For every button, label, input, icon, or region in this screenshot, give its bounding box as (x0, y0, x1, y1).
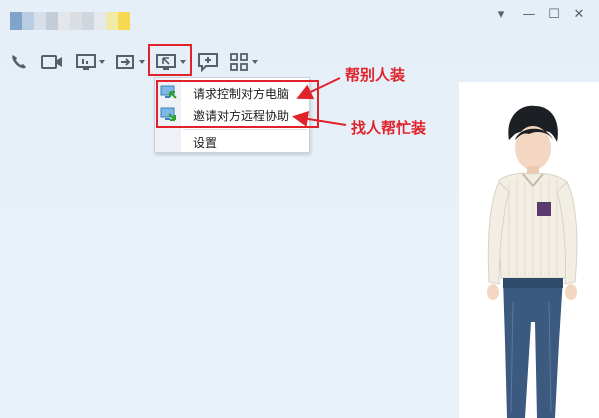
avatar-show-panel (459, 82, 599, 418)
annotation-find-help: 找人帮忙装 (351, 119, 427, 137)
qq-chat-window: ▾ — ☐ ✕ 请求控制对方电脑 邀请对方远程协助 设置 帮别人装 找人帮忙装 (0, 0, 599, 418)
annotation-help-install: 帮别人装 (345, 66, 406, 84)
avatar-figure (487, 105, 578, 418)
